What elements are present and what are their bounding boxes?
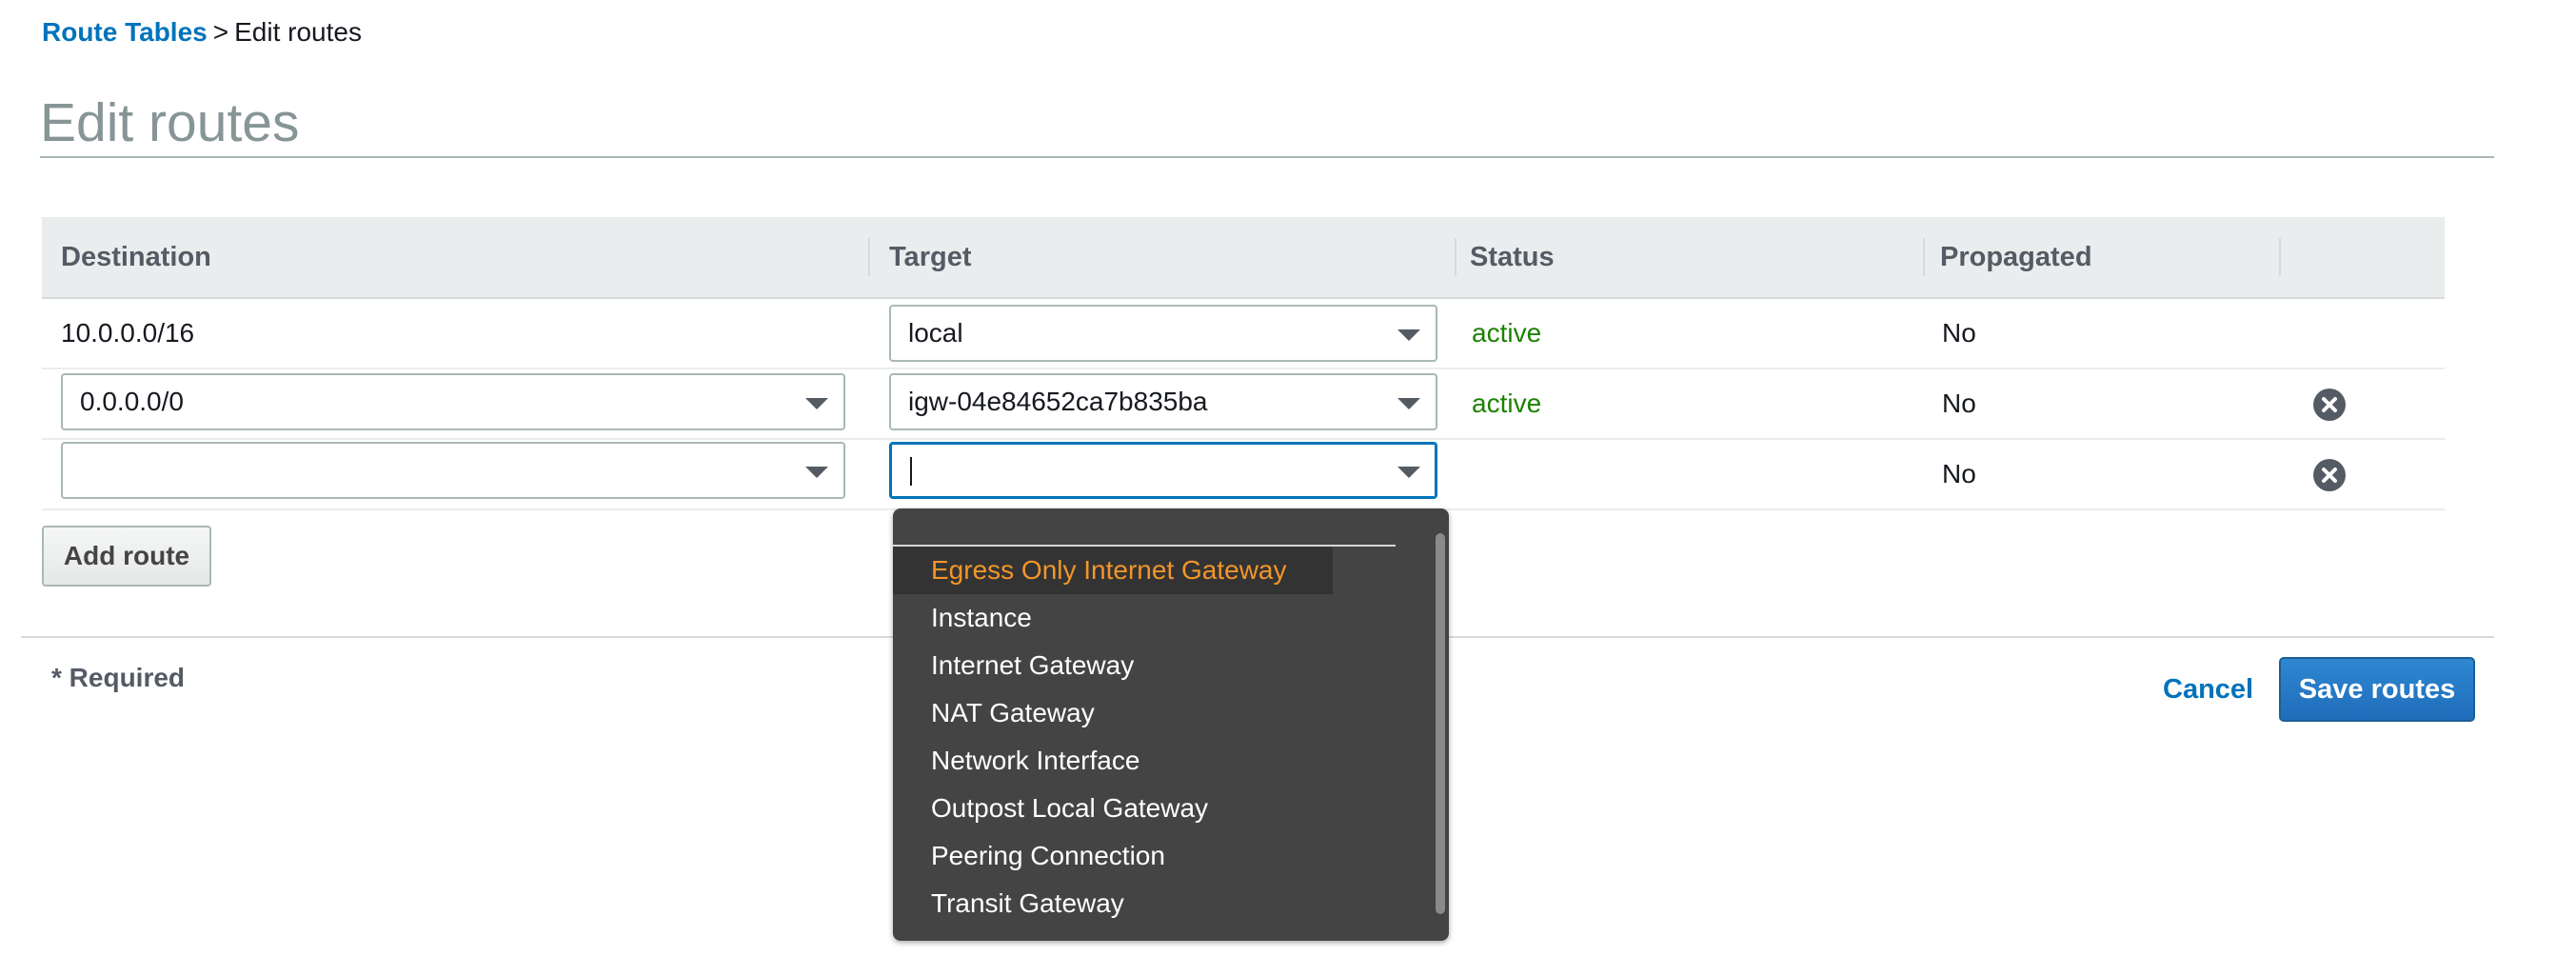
target-select[interactable]: igw-04e84652ca7b835ba xyxy=(889,373,1437,430)
remove-route-icon[interactable] xyxy=(2313,459,2346,491)
breadcrumb-separator: > xyxy=(212,17,229,47)
dropdown-option-peering-connection[interactable]: Peering Connection xyxy=(893,832,1165,880)
target-select[interactable]: local xyxy=(889,305,1437,362)
propagated-value: No xyxy=(1942,318,1976,348)
propagated-value: No xyxy=(1942,388,1976,418)
caret-down-icon xyxy=(1397,329,1420,341)
page-title: Edit routes xyxy=(40,92,300,153)
column-divider xyxy=(2279,238,2281,276)
dropdown-option-instance[interactable]: Instance xyxy=(893,594,1032,642)
caret-down-icon xyxy=(805,398,828,409)
text-cursor xyxy=(910,457,912,486)
cancel-button[interactable]: Cancel xyxy=(2163,672,2253,707)
destination-select[interactable]: 0.0.0.0/0 xyxy=(61,373,845,430)
table-row: 0.0.0.0/0 igw-04e84652ca7b835ba active N… xyxy=(42,369,2445,440)
destination-value: 10.0.0.0/16 xyxy=(61,318,195,348)
column-divider xyxy=(868,238,870,276)
destination-select-value: 0.0.0.0/0 xyxy=(80,387,184,416)
column-header-propagated: Propagated xyxy=(1940,242,2092,272)
table-row: No xyxy=(42,440,2445,510)
column-divider xyxy=(1455,238,1456,276)
dropdown-scrollbar[interactable] xyxy=(1436,533,1445,914)
status-badge: active xyxy=(1472,388,1542,418)
target-select-value: igw-04e84652ca7b835ba xyxy=(908,387,1208,416)
dropdown-option-outpost-local-gateway[interactable]: Outpost Local Gateway xyxy=(893,785,1208,832)
routes-table-header: Destination Target Status Propagated xyxy=(42,217,2445,299)
save-routes-button[interactable]: Save routes xyxy=(2279,657,2475,722)
dropdown-option-network-interface[interactable]: Network Interface xyxy=(893,737,1139,785)
caret-down-icon xyxy=(1397,467,1420,478)
dropdown-option-transit-gateway[interactable]: Transit Gateway xyxy=(893,880,1124,927)
status-badge: active xyxy=(1472,318,1542,348)
title-divider xyxy=(40,156,2494,158)
caret-down-icon xyxy=(1397,398,1420,409)
dropdown-option-egress-only-internet-gateway[interactable]: Egress Only Internet Gateway xyxy=(893,547,1333,594)
column-header-target: Target xyxy=(889,242,972,272)
destination-select[interactable] xyxy=(61,442,845,499)
column-divider xyxy=(1923,238,1925,276)
column-header-status: Status xyxy=(1470,242,1555,272)
propagated-value: No xyxy=(1942,459,1976,488)
breadcrumb: Route Tables > Edit routes xyxy=(42,15,362,50)
dropdown-option-nat-gateway[interactable]: NAT Gateway xyxy=(893,689,1095,737)
remove-route-icon[interactable] xyxy=(2313,388,2346,421)
target-dropdown-menu: Egress Only Internet Gateway Instance In… xyxy=(893,508,1449,941)
breadcrumb-route-tables-link[interactable]: Route Tables xyxy=(42,17,208,47)
caret-down-icon xyxy=(805,467,828,478)
required-note: * Required xyxy=(51,663,186,692)
target-select-value: local xyxy=(908,318,963,348)
breadcrumb-current: Edit routes xyxy=(234,17,362,47)
target-select-input[interactable] xyxy=(889,442,1437,499)
dropdown-option-internet-gateway[interactable]: Internet Gateway xyxy=(893,642,1134,689)
add-route-button[interactable]: Add route xyxy=(42,526,211,587)
column-header-destination: Destination xyxy=(61,242,211,272)
table-row: 10.0.0.0/16 local active No xyxy=(42,299,2445,369)
